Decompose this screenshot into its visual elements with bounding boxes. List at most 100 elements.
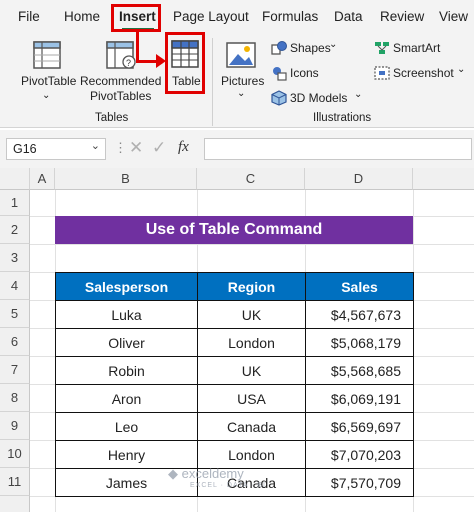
table-header-row: Salesperson Region Sales <box>55 272 414 301</box>
table-row: Oliver London $5,068,179 <box>55 328 414 357</box>
cell-salesperson[interactable]: Luka <box>55 300 198 329</box>
recommended-pivottables-icon: ? <box>106 41 136 69</box>
row-header-4[interactable]: 4 <box>0 272 30 300</box>
chevron-down-icon[interactable]: ⌄ <box>91 139 100 152</box>
cell-salesperson[interactable]: Robin <box>55 356 198 385</box>
column-header-a[interactable]: A <box>30 168 55 190</box>
row-header-10[interactable]: 10 <box>0 440 30 468</box>
table-row: Leo Canada $6,569,697 <box>55 412 414 441</box>
chevron-down-icon: ⌄ <box>237 88 246 99</box>
formula-input[interactable] <box>204 138 472 160</box>
cell-salesperson[interactable]: Leo <box>55 412 198 441</box>
chevron-down-icon: ⌄ <box>42 90 51 101</box>
enter-icon[interactable]: ✓ <box>152 138 166 158</box>
table-row: Luka UK $4,567,673 <box>55 300 414 329</box>
cell-sales[interactable]: $6,069,191 <box>305 384 414 413</box>
pivottable-label: PivotTable <box>21 74 77 88</box>
cell-salesperson[interactable]: Henry <box>55 440 198 469</box>
row-header-7[interactable]: 7 <box>0 356 30 384</box>
row-header-11[interactable]: 11 <box>0 468 30 496</box>
insert-highlight-box <box>111 4 161 32</box>
watermark-tagline: EXCEL · DATA · BI <box>190 482 266 489</box>
tables-group-label: Tables <box>95 112 129 124</box>
cell-sales[interactable]: $5,568,685 <box>305 356 414 385</box>
menu-formulas[interactable]: Formulas <box>262 9 318 24</box>
menu-file[interactable]: File <box>18 9 40 24</box>
cell-sales[interactable]: $7,070,203 <box>305 440 414 469</box>
column-header-b[interactable]: B <box>55 168 197 190</box>
watermark-logo-icon: ◆ <box>168 466 182 481</box>
row-header-8[interactable]: 8 <box>0 384 30 412</box>
arrow-vertical <box>136 32 139 62</box>
cell-region[interactable]: London <box>197 440 306 469</box>
cell-region[interactable]: UK <box>197 300 306 329</box>
cell-region[interactable]: London <box>197 328 306 357</box>
insert-function-icon[interactable]: fx <box>178 139 189 156</box>
sales-table: Salesperson Region Sales Luka UK $4,567,… <box>55 272 414 497</box>
recommended-label-line1: Recommended <box>80 74 162 88</box>
row-header-9[interactable]: 9 <box>0 412 30 440</box>
menu-review[interactable]: Review <box>380 9 424 24</box>
illustrations-group-label: Illustrations <box>313 112 372 124</box>
row-header-2[interactable]: 2 <box>0 216 30 244</box>
icons-label: Icons <box>290 66 319 80</box>
header-salesperson[interactable]: Salesperson <box>55 272 198 301</box>
menu-home[interactable]: Home <box>64 9 100 24</box>
cell-sales[interactable]: $4,567,673 <box>305 300 414 329</box>
shapes-label: Shapes <box>290 41 331 55</box>
table-row: Aron USA $6,069,191 <box>55 384 414 413</box>
column-header-blank <box>413 168 474 190</box>
ribbon-separator <box>212 38 213 126</box>
menu-bar: File Home Insert Page Layout Formulas Da… <box>0 0 474 34</box>
name-box[interactable]: G16 ⌄ <box>6 138 106 160</box>
more-options-icon: ⋮ <box>114 140 127 155</box>
header-sales[interactable]: Sales <box>305 272 414 301</box>
select-all-corner[interactable] <box>0 168 30 190</box>
menu-view[interactable]: View <box>439 9 468 24</box>
cell-salesperson[interactable]: Oliver <box>55 328 198 357</box>
row-header-6[interactable]: 6 <box>0 328 30 356</box>
icons-icon <box>273 67 287 81</box>
exceldemy-watermark: ◆ exceldemy EXCEL · DATA · BI <box>168 466 266 489</box>
row-header-12 <box>0 496 30 512</box>
svg-text:?: ? <box>126 58 131 68</box>
table-row: Henry London $7,070,203 <box>55 440 414 469</box>
cube-icon <box>271 90 287 106</box>
smartart-label: SmartArt <box>393 41 441 55</box>
sheet-title[interactable]: Use of Table Command <box>55 216 413 244</box>
cancel-icon[interactable]: ✕ <box>129 138 143 158</box>
chevron-down-icon: ⌄ <box>329 39 338 50</box>
cell-region[interactable]: Canada <box>197 412 306 441</box>
cell-sales[interactable]: $7,570,709 <box>305 468 414 497</box>
cell-salesperson[interactable]: Aron <box>55 384 198 413</box>
recommended-label-line2: PivotTables <box>90 89 152 103</box>
row-header-1[interactable]: 1 <box>0 190 30 216</box>
pivottable-icon <box>33 41 61 69</box>
smartart-icon <box>375 42 389 54</box>
menu-data[interactable]: Data <box>334 9 363 24</box>
cell-region[interactable]: UK <box>197 356 306 385</box>
cell-sales[interactable]: $5,068,179 <box>305 328 414 357</box>
shapes-icon <box>271 41 287 55</box>
3d-models-label: 3D Models <box>290 91 348 105</box>
arrow-head-icon <box>156 54 166 68</box>
row-header-3[interactable]: 3 <box>0 244 30 272</box>
pictures-label: Pictures <box>221 74 265 88</box>
watermark-name: exceldemy <box>181 466 244 481</box>
row-header-5[interactable]: 5 <box>0 300 30 328</box>
gridline <box>30 244 474 245</box>
header-region[interactable]: Region <box>197 272 306 301</box>
table-highlight-box <box>165 32 205 94</box>
column-header-d[interactable]: D <box>305 168 413 190</box>
formula-bar: G16 ⌄ ⋮ ✕ ✓ fx <box>0 130 474 168</box>
cell-region[interactable]: USA <box>197 384 306 413</box>
name-box-value: G16 <box>13 142 37 156</box>
screenshot-icon <box>374 66 390 80</box>
menu-page-layout[interactable]: Page Layout <box>173 9 249 24</box>
chevron-down-icon: ⌄ <box>354 89 363 100</box>
column-header-c[interactable]: C <box>197 168 305 190</box>
cell-sales[interactable]: $6,569,697 <box>305 412 414 441</box>
screenshot-label: Screenshot <box>393 66 454 80</box>
pictures-icon <box>226 42 256 68</box>
chevron-down-icon: ⌄ <box>457 64 466 75</box>
